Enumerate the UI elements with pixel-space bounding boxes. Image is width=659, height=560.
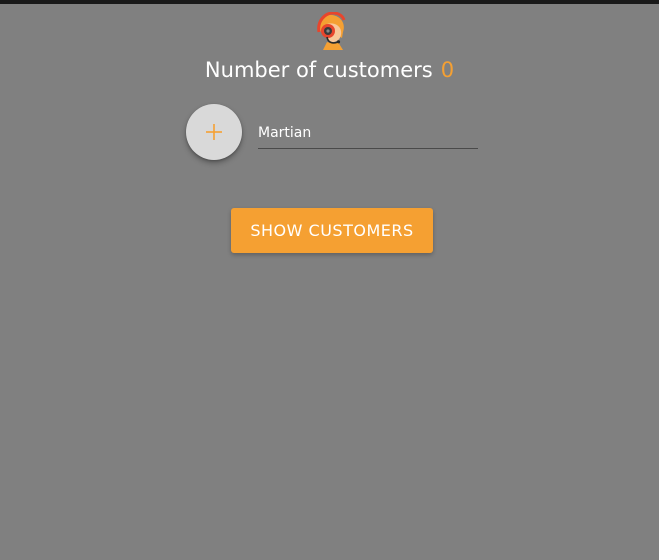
customer-count-heading: Number of customers 0 (0, 56, 659, 84)
customer-count: 0 (440, 58, 455, 82)
heading-title: Number of customers (204, 58, 433, 82)
add-customer-button[interactable] (186, 104, 242, 160)
customer-support-agent-icon (313, 11, 349, 52)
top-bar (0, 0, 659, 4)
customer-name-input[interactable] (258, 118, 478, 149)
show-customers-button[interactable]: SHOW CUSTOMERS (231, 208, 433, 253)
plus-icon (206, 124, 222, 140)
